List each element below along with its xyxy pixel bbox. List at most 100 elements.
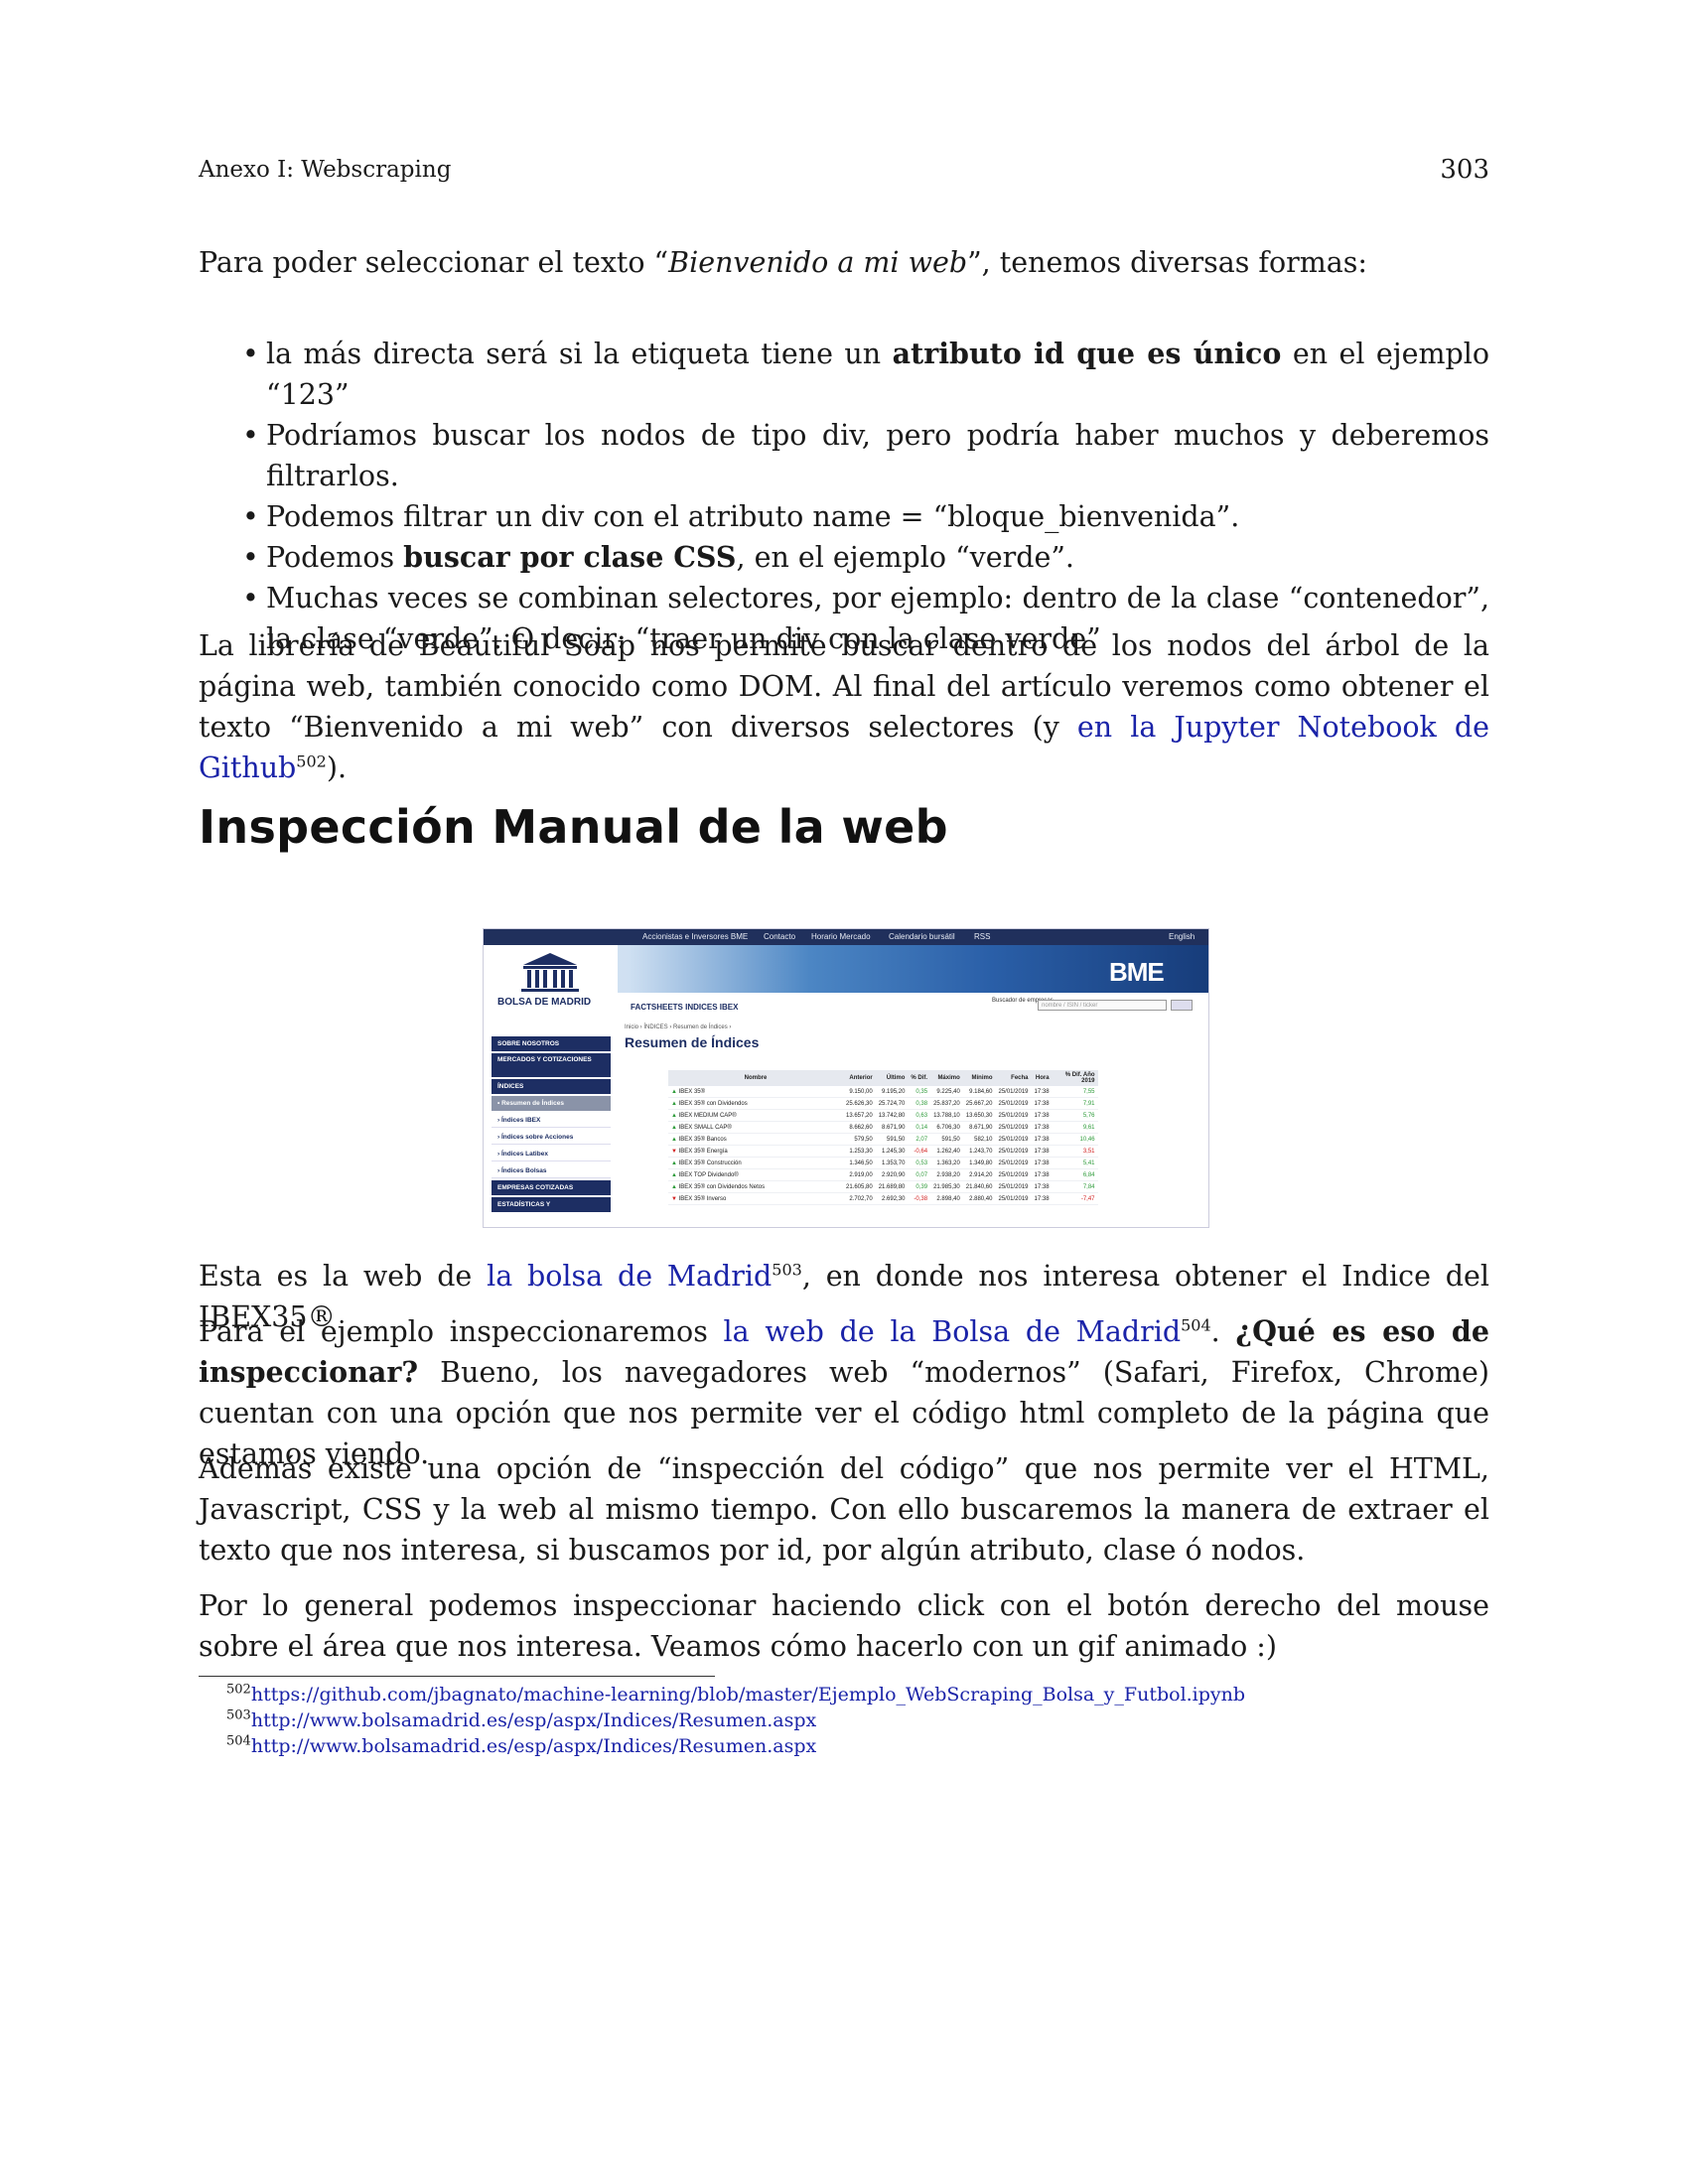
list-item-text: , en el ejemplo “verde”. [736,541,1074,574]
list-item-text: Podemos [266,541,404,574]
breadcrumb: Inicio › ÍNDICES › Resumen de Índices › [625,1024,732,1030]
index-name[interactable]: IBEX MEDIUM CAP® [679,1113,737,1119]
topbar-item: English [1169,932,1196,941]
table-cell: 10,46 [1052,1133,1098,1146]
sidebar-item[interactable]: EMPRESAS COTIZADAS [492,1180,611,1195]
column-header: Nombre [668,1070,843,1086]
table-cell: 25.626,30 [843,1097,876,1110]
bolsa-madrid-web-link[interactable]: la web de la Bolsa de Madrid [724,1315,1182,1348]
table-cell: 2.702,70 [843,1192,876,1205]
table-cell: 17:38 [1031,1133,1053,1146]
table-cell: 25/01/2019 [995,1157,1032,1169]
index-name[interactable]: IBEX SMALL CAP® [679,1125,732,1131]
footnote-link[interactable]: http://www.bolsamadrid.es/esp/aspx/Indic… [251,1709,816,1731]
list-item-text: Podríamos buscar los nodos de tipo div, … [266,419,1489,492]
table-cell: 21.605,80 [843,1180,876,1193]
factsheet-bar: FACTSHEETS INDICES IBEX Buscador de empr… [623,993,1208,1021]
index-name[interactable]: IBEX 35® [679,1089,705,1095]
index-name[interactable]: IBEX 35® Inverso [679,1196,727,1202]
index-name[interactable]: IBEX 35® Construcción [679,1160,742,1166]
index-name[interactable]: IBEX 35® Bancos [679,1137,727,1143]
bolsa-madrid-screenshot: Accionistas e Inversores BME Contacto Ho… [483,928,1209,1228]
arrow-up-icon: ▲ [671,1171,679,1178]
table-cell: 13.650,30 [962,1109,996,1122]
sidebar-item[interactable]: › Índices Bolsas [492,1163,611,1178]
index-name-cell: ▲ IBEX 35® con Dividendos Netos [668,1180,843,1193]
search-button[interactable] [1171,1000,1193,1011]
list-item-bold: atributo id que es único [892,337,1282,370]
sidebar-item[interactable]: MERCADOS Y COTIZACIONES [492,1053,611,1077]
sidebar-item-selected[interactable]: • Resumen de Índices [492,1096,611,1111]
footnote: 503http://www.bolsamadrid.es/esp/aspx/In… [226,1707,1245,1733]
intro-italic: Bienvenido a mi web [668,246,968,279]
table-row: ▲ IBEX MEDIUM CAP® 13.657,20 13.742,80 0,63… [668,1109,1098,1122]
table-cell: 8.671,90 [875,1121,909,1134]
index-name-cell: ▲ IBEX 35® con Dividendos [668,1097,843,1110]
footnote: 504http://www.bolsamadrid.es/esp/aspx/In… [226,1733,1245,1759]
column-header: Fecha [995,1070,1032,1086]
table-cell: 591,50 [875,1133,909,1146]
arrow-up-icon: ▲ [671,1160,679,1166]
table-cell: 21.840,60 [962,1180,996,1193]
arrow-up-icon: ▲ [671,1100,679,1107]
footnote-marker[interactable]: 504 [1181,1316,1211,1335]
table-cell: 7,91 [1052,1097,1098,1110]
footnote-link[interactable]: https://github.com/jbagnato/machine-lear… [251,1684,1245,1706]
table-cell: 21.689,80 [875,1180,909,1193]
factsheet-title[interactable]: FACTSHEETS INDICES IBEX [631,1003,738,1012]
index-name[interactable]: IBEX 35® Energía [679,1149,728,1155]
list-item: Podemos filtrar un div con el atributo n… [199,496,1489,537]
paragraph-text: ). [326,751,348,784]
sidebar-item[interactable]: ÍNDICES [492,1079,611,1094]
table-cell: 9.195,20 [875,1086,909,1098]
sidebar-item[interactable]: ESTADÍSTICAS Y [492,1197,611,1212]
paragraph-text: Para el ejemplo inspeccionaremos [199,1315,724,1348]
bolsa-building-icon [521,953,579,992]
column-header: Hora [1031,1070,1053,1086]
intro-paragraph: Para poder seleccionar el texto “Bienven… [199,242,1489,283]
bolsa-logo-area [484,945,618,1024]
selector-options-list: la más directa será si la etiqueta tiene… [199,334,1489,659]
bolsa-madrid-link[interactable]: la bolsa de Madrid [487,1260,772,1293]
index-name-cell: ▲ IBEX TOP Dividendo® [668,1168,843,1181]
table-cell: 13.742,80 [875,1109,909,1122]
index-name-cell: ▼ IBEX 35® Inverso [668,1192,843,1205]
indices-table-body: ▲ IBEX 35® 9.150,00 9.195,20 0,35 9.225,40 9.… [668,1086,1098,1205]
topbar-item: Contacto [764,932,796,941]
topbar-item: RSS [974,932,991,941]
table-cell: 0,07 [908,1168,931,1181]
table-cell: 2.898,40 [930,1192,963,1205]
sidebar-item[interactable]: › Índices IBEX [492,1113,611,1128]
screenshot-sidebar: SOBRE NOSOTROS MERCADOS Y COTIZACIONES Í… [492,1036,611,1214]
footnote-link[interactable]: http://www.bolsamadrid.es/esp/aspx/Indic… [251,1735,816,1757]
table-cell: 3,51 [1052,1145,1098,1158]
sidebar-item[interactable]: › Índices sobre Acciones [492,1130,611,1145]
table-cell: 0,35 [908,1086,931,1098]
table-cell: -0,38 [908,1192,931,1205]
table-cell: 5,76 [1052,1109,1098,1122]
table-cell: 17:38 [1031,1109,1053,1122]
sidebar-item[interactable]: SOBRE NOSOTROS [492,1036,611,1051]
column-header: % Dif. [908,1070,931,1086]
table-cell: 13.657,20 [843,1109,876,1122]
index-name[interactable]: IBEX TOP Dividendo® [679,1172,739,1178]
table-cell: 1.363,20 [930,1157,963,1169]
index-name-cell: ▲ IBEX 35® Bancos [668,1133,843,1146]
table-cell: 0,63 [908,1109,931,1122]
paragraph-text: . [1210,1315,1236,1348]
index-name-cell: ▲ IBEX 35® Construcción [668,1157,843,1169]
table-row: ▼ IBEX 35® Inverso 2.702,70 2.692,30 -0,38 2… [668,1192,1098,1205]
footnote-marker[interactable]: 503 [772,1261,802,1280]
company-search-input[interactable]: nombre / ISIN / ticker [1038,1000,1167,1011]
index-name[interactable]: IBEX 35® con Dividendos [679,1101,748,1107]
index-name[interactable]: IBEX 35® con Dividendos Netos [679,1184,765,1190]
sidebar-item[interactable]: › Índices Latibex [492,1147,611,1161]
table-cell: 25.667,20 [962,1097,996,1110]
topbar-item: Calendario bursátil [889,932,955,941]
table-row: ▲ IBEX 35® con Dividendos 25.626,30 25.724… [668,1097,1098,1110]
table-cell: 2.938,20 [930,1168,963,1181]
code-inspection-paragraph: Además existe una opción de “inspección … [199,1452,1489,1567]
table-cell: 2.914,20 [962,1168,996,1181]
table-row: ▲ IBEX 35® Bancos 579,50 591,50 2,07 591,50 5… [668,1133,1098,1146]
footnote-marker[interactable]: 502 [296,752,327,771]
